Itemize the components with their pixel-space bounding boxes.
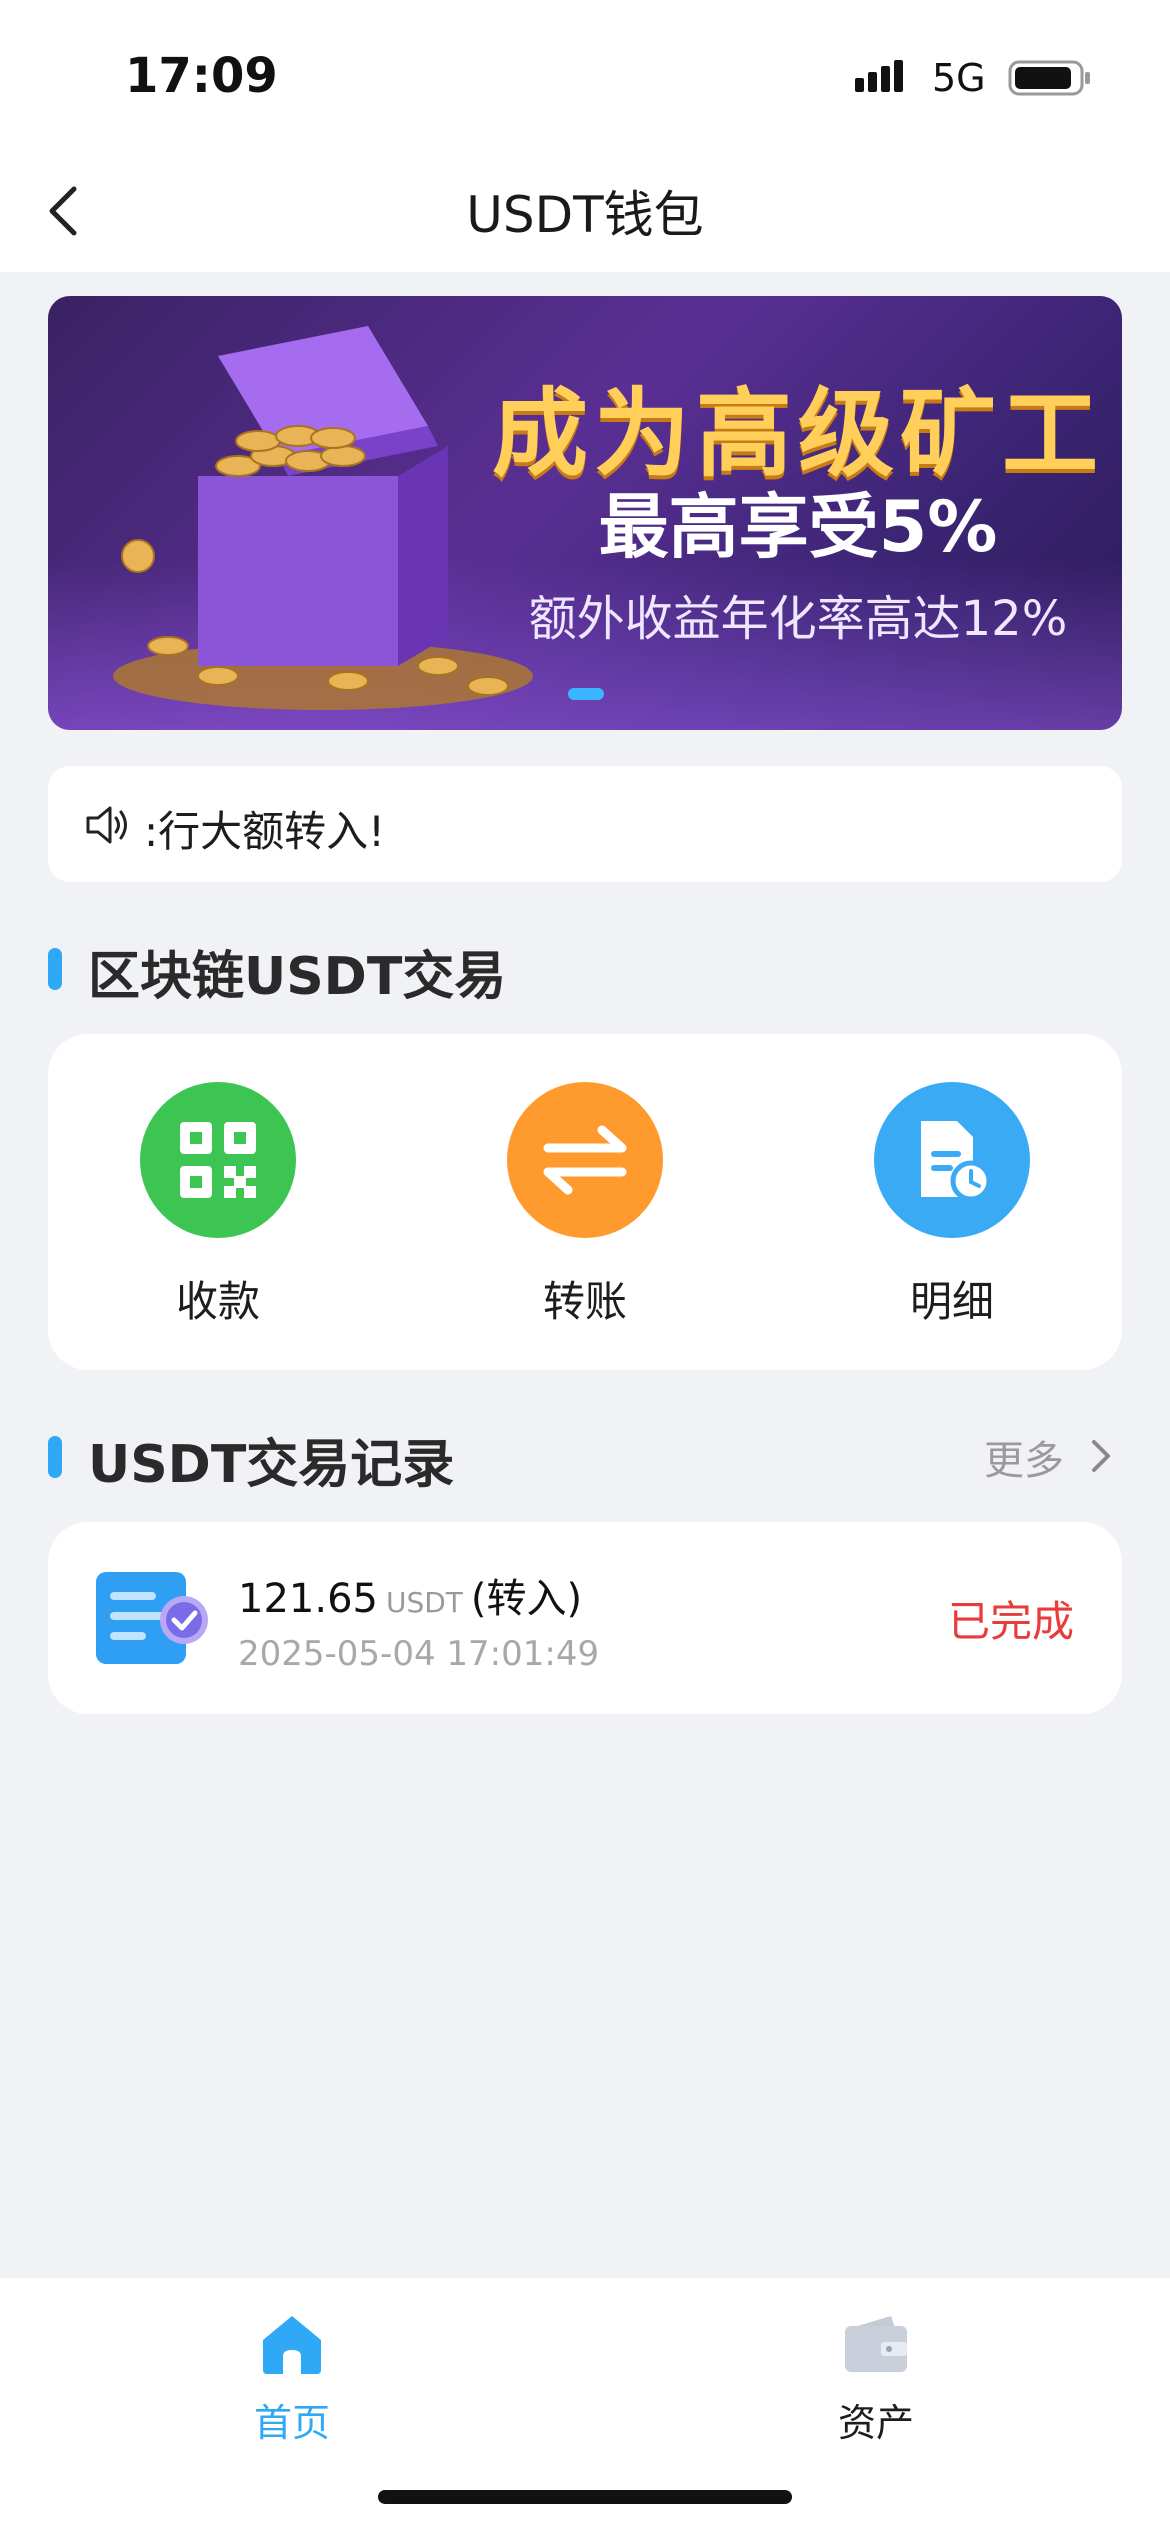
transfer-circle [507,1082,663,1238]
notice-bar[interactable]: :行大额转入! [48,766,1122,882]
transfer-label: 转账 [542,1277,627,1326]
signal-icon [855,60,903,92]
home-indicator [378,2490,792,2504]
carousel-indicator [568,688,604,700]
home-icon [263,2316,321,2374]
notice-text: :行大额转入! [144,807,385,856]
transaction-time: 2025-05-04 17:01:49 [238,1634,600,1674]
qr-code-icon [180,1122,256,1198]
promo-banner[interactable]: 成为高级矿工 最高享受5% 额外收益年化率高达12% [48,296,1122,730]
transaction-amount: 121.65 [238,1576,378,1622]
banner-subtitle: 最高享受5% [598,486,998,568]
transfer-button[interactable]: 转账 [485,1082,685,1329]
document-clock-icon [921,1121,992,1202]
transaction-record-icon [96,1572,208,1664]
details-button[interactable]: 明细 [852,1082,1052,1329]
section-title-records: USDT交易记录 [88,1435,455,1495]
status-time: 17:09 [125,48,278,104]
tab-assets[interactable]: 资产 [776,2308,976,2447]
tab-home[interactable]: 首页 [192,2308,392,2447]
transaction-row[interactable]: 121.65 USDT (转入) 2025-05-04 17:01:49 已完成 [48,1522,1122,1714]
receive-button[interactable]: 收款 [118,1082,318,1329]
transaction-unit: USDT [385,1586,463,1619]
receive-label: 收款 [175,1277,260,1326]
transaction-amount-line: 121.65 USDT (转入) [238,1566,582,1624]
section-accent-bar [48,1436,62,1478]
battery-icon [1008,60,1090,96]
chevron-right-icon[interactable] [1086,1436,1116,1476]
section-accent-bar [48,948,62,990]
more-link[interactable]: 更多 [984,1428,1064,1486]
trade-actions-card: 收款 转账 明细 [48,1034,1122,1370]
network-type: 5G [932,56,986,100]
tab-home-label: 首页 [253,2401,330,2445]
tab-assets-label: 资产 [837,2401,914,2445]
speaker-icon [86,806,127,844]
treasure-box-icon [113,326,533,710]
section-title-trade: 区块链USDT交易 [88,947,507,1007]
details-circle [874,1082,1030,1238]
receive-circle [140,1082,296,1238]
swap-arrows-icon [543,1125,627,1195]
top-header: 17:09 5G USDT钱包 [0,0,1170,272]
banner-note: 额外收益年化率高达12% [528,591,1068,647]
page-title: USDT钱包 [466,186,704,244]
transaction-status: 已完成 [947,1597,1074,1646]
transaction-direction: (转入) [470,1576,583,1622]
details-label: 明细 [909,1277,994,1326]
wallet-icon [845,2316,907,2372]
